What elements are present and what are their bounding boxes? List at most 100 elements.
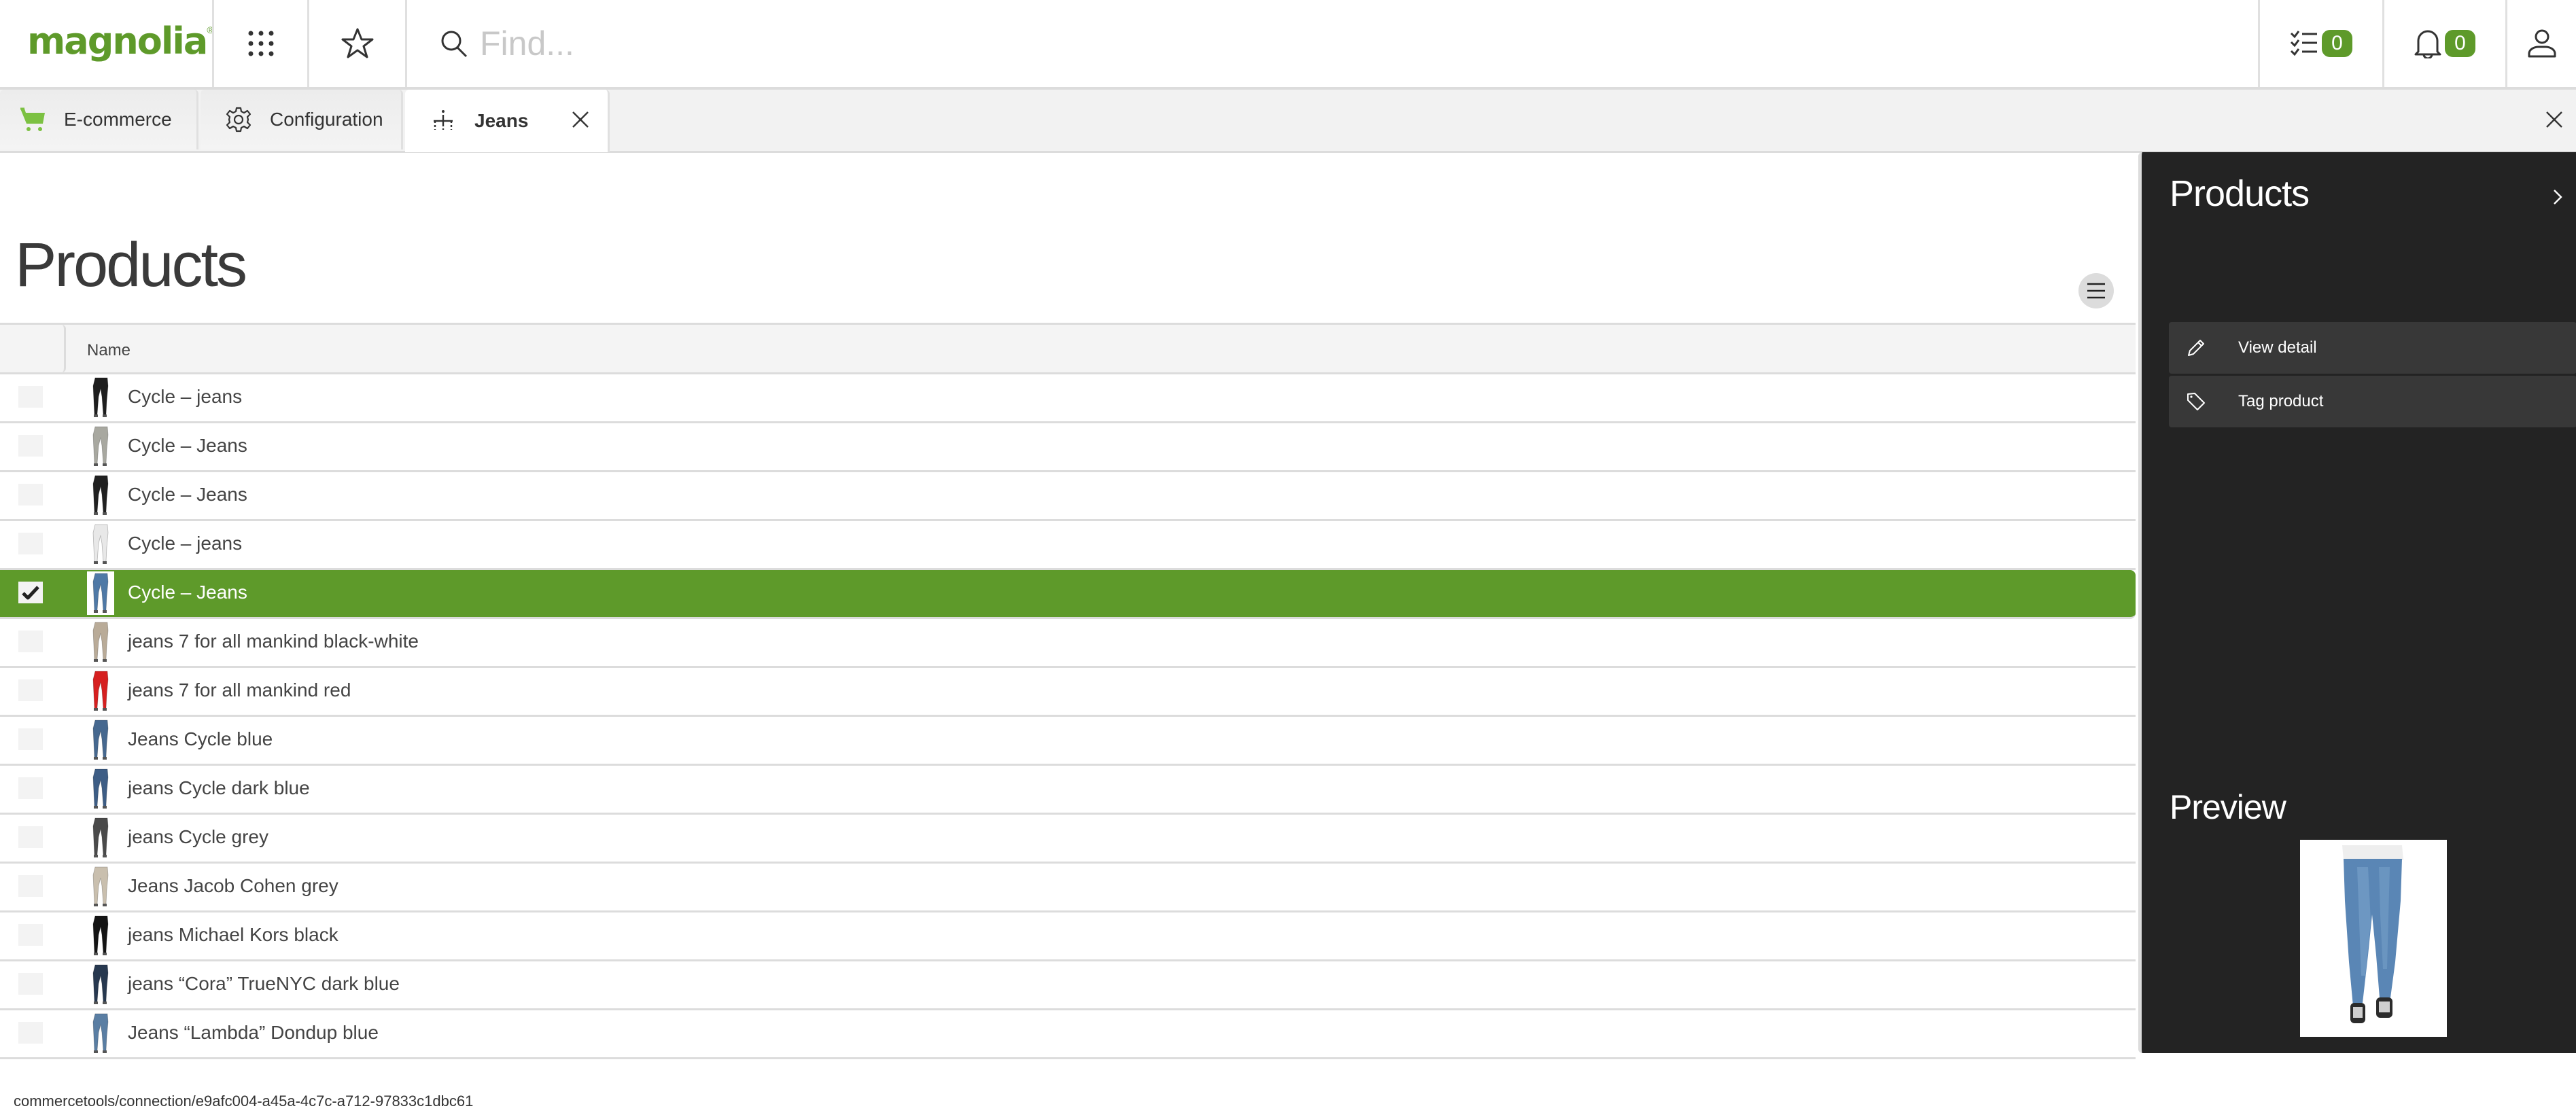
row-checkbox[interactable] [18,1022,43,1044]
product-name: Jeans Jacob Cohen grey [128,875,338,896]
notifications-button[interactable]: 0 [2384,0,2505,87]
jeans-thumbnail-icon [92,1013,109,1053]
tag-icon [2182,388,2210,415]
jeans-thumbnail-icon [92,964,109,1004]
product-name: jeans Michael Kors black [128,924,338,945]
product-preview-image[interactable] [2300,840,2447,1037]
column-header-name[interactable]: Name [87,341,130,360]
search-bar [408,0,2257,87]
close-app-button[interactable] [2541,106,2568,133]
row-checkbox[interactable] [18,826,43,848]
row-checkbox[interactable] [18,484,43,506]
row-checkbox[interactable] [18,386,43,408]
jeans-thumbnail-icon [92,915,109,955]
product-name: Cycle – jeans [128,386,243,407]
jeans-preview-illustration [2300,840,2447,1037]
product-thumbnail [87,963,114,1006]
tasks-checklist-icon [2290,31,2317,56]
tasks-button[interactable]: 0 [2260,0,2382,87]
product-thumbnail [87,474,114,517]
row-checkbox[interactable] [18,777,43,799]
tab-jeans[interactable]: Jeans [405,90,610,152]
view-detail-action[interactable]: View detail [2169,322,2576,374]
table-row[interactable]: Cycle – jeans [0,521,2136,570]
favorites-button[interactable] [309,0,405,87]
jeans-thumbnail-icon [92,671,109,711]
product-name: Cycle – Jeans [128,484,247,505]
tab-configuration[interactable]: Configuration [201,90,403,149]
tab-label: E-commerce [64,109,172,130]
table-row[interactable]: Cycle – Jeans [0,472,2136,521]
close-icon [2546,111,2562,128]
jeans-thumbnail-icon [92,475,109,515]
product-thumbnail [87,669,114,713]
action-label: View detail [2238,338,2317,357]
header-divider [405,0,407,87]
close-tab-button[interactable] [565,105,595,135]
jeans-thumbnail-icon [92,720,109,760]
row-checkbox[interactable] [18,582,43,603]
jeans-thumbnail-icon [92,866,109,906]
table-row[interactable]: jeans 7 for all mankind black-white [0,619,2136,668]
user-menu-button[interactable] [2507,0,2576,87]
search-input[interactable] [478,23,2180,64]
gear-icon [225,106,252,133]
product-name: jeans 7 for all mankind black-white [128,631,419,652]
logo-text: magnolia [27,20,208,63]
row-checkbox[interactable] [18,679,43,701]
product-thumbnail [87,718,114,762]
product-thumbnail [87,816,114,859]
grid-header: Name [0,323,2136,374]
tab-label: Configuration [270,109,383,130]
row-checkbox[interactable] [18,533,43,554]
table-row[interactable]: jeans Michael Kors black [0,912,2136,961]
table-row[interactable]: Jeans “Lambda” Dondup blue [0,1010,2136,1059]
table-row[interactable]: Cycle – Jeans [0,423,2136,472]
table-row[interactable]: jeans “Cora” TrueNYC dark blue [0,961,2136,1010]
collapse-panel-button[interactable] [2550,185,2566,209]
row-checkbox[interactable] [18,631,43,652]
close-icon [572,111,589,128]
tag-product-action[interactable]: Tag product [2169,376,2576,427]
row-checkbox[interactable] [18,875,43,897]
app-launcher-button[interactable] [214,0,307,87]
column-menu-button[interactable] [2078,273,2114,308]
table-row[interactable]: jeans 7 for all mankind red [0,668,2136,717]
notifications-count-badge: 0 [2445,30,2475,57]
select-all-column-header[interactable] [0,325,66,372]
row-checkbox[interactable] [18,924,43,946]
product-thumbnail [87,1012,114,1055]
product-name: jeans 7 for all mankind red [128,679,351,701]
jeans-thumbnail-icon [92,622,109,662]
product-thumbnail [87,376,114,419]
product-thumbnail [87,571,114,615]
apps-grid-icon [248,31,273,56]
product-name: Cycle – Jeans [128,435,247,456]
row-checkbox[interactable] [18,728,43,750]
page-title: Products [15,230,247,300]
table-row[interactable]: Jeans Cycle blue [0,717,2136,766]
action-label: Tag product [2238,392,2324,410]
product-thumbnail [87,865,114,908]
jeans-thumbnail-icon [92,426,109,466]
magnolia-logo[interactable]: magnolia® [27,18,214,65]
table-row[interactable]: Cycle – Jeans [0,570,2136,619]
product-name: jeans “Cora” TrueNYC dark blue [128,973,400,994]
row-checkbox[interactable] [18,973,43,995]
product-name: Jeans Cycle blue [128,728,273,749]
table-row[interactable]: jeans Cycle dark blue [0,766,2136,815]
table-row[interactable]: Cycle – jeans [0,374,2136,423]
tasks-count-badge: 0 [2322,30,2352,57]
product-thumbnail [87,522,114,566]
jeans-thumbnail-icon [92,377,109,417]
row-checkbox[interactable] [18,435,43,457]
product-name: jeans Cycle grey [128,826,268,847]
table-row[interactable]: jeans Cycle grey [0,815,2136,864]
top-header: magnolia® 0 [0,0,2576,90]
menu-icon [2087,283,2105,299]
tab-e-commerce[interactable]: E-commerce [0,90,198,149]
user-icon [2528,29,2556,58]
hierarchy-icon [430,107,457,135]
table-row[interactable]: Jeans Jacob Cohen grey [0,864,2136,912]
jeans-thumbnail-icon [92,573,109,613]
